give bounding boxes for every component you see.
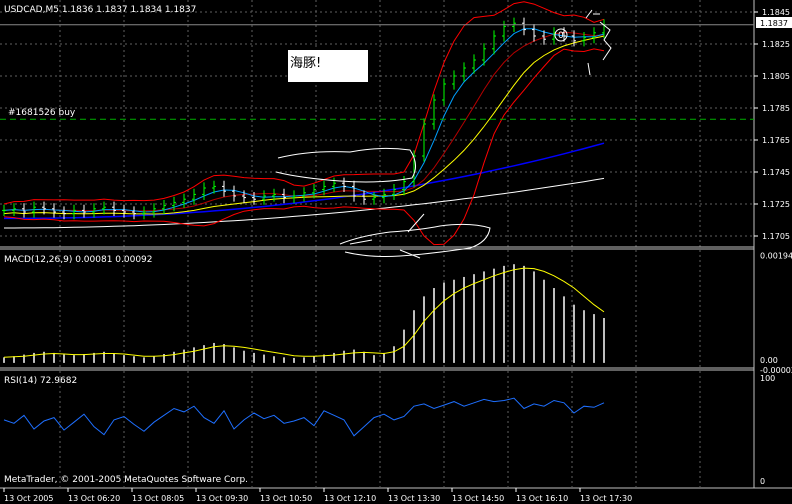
- time-tick-label: 13 Oct 17:30: [580, 494, 632, 503]
- macd-title: MACD(12,26,9) 0.00081 0.00092: [4, 255, 153, 265]
- price-tick-label: 1.1805: [762, 72, 790, 81]
- price-tick-label: 1.1785: [762, 104, 790, 113]
- price-tick-label: 1.1765: [762, 136, 790, 145]
- rsi-tick-label: 0: [760, 477, 765, 486]
- mt4-chart-window[interactable]: #1681526 buy USDCAD,M5 1.1836 1.1837 1.1…: [0, 0, 792, 504]
- macd-tick-label: 0.00194: [760, 251, 792, 260]
- price-tick-label: 1.1745: [762, 168, 790, 177]
- time-tick-label: 13 Oct 2005: [4, 494, 53, 503]
- price-tick-label: 1.1825: [762, 40, 790, 49]
- time-tick-label: 13 Oct 06:20: [68, 494, 120, 503]
- time-tick-label: 13 Oct 16:10: [516, 494, 568, 503]
- rsi-tick-label: 100: [760, 374, 775, 383]
- current-price-tag: 1.1837: [756, 17, 792, 28]
- rsi-title: RSI(14) 72.9682: [4, 376, 77, 386]
- order-label: #1681526 buy: [8, 108, 76, 118]
- current-price-text: 1.1837: [760, 19, 788, 28]
- price-tick-label: 1.1725: [762, 200, 790, 209]
- note-text: 海豚!: [290, 56, 322, 71]
- text-note-box[interactable]: 海豚!: [288, 50, 368, 82]
- time-tick-label: 13 Oct 09:30: [196, 494, 248, 503]
- time-tick-label: 13 Oct 10:50: [260, 494, 312, 503]
- time-tick-label: 13 Oct 13:30: [388, 494, 440, 503]
- price-tick-label: 1.1845: [762, 8, 790, 17]
- time-tick-label: 13 Oct 08:05: [132, 494, 184, 503]
- symbol-header: USDCAD,M5 1.1836 1.1837 1.1834 1.1837: [4, 5, 196, 15]
- time-tick-label: 13 Oct 14:50: [452, 494, 504, 503]
- price-tick-label: 1.1705: [762, 232, 790, 241]
- trade-marker-label: 0: [558, 31, 564, 41]
- copyright-footer: MetaTrader, © 2001-2005 MetaQuotes Softw…: [4, 475, 248, 485]
- macd-tick-label: 0.00: [760, 356, 778, 365]
- time-tick-label: 13 Oct 12:10: [324, 494, 376, 503]
